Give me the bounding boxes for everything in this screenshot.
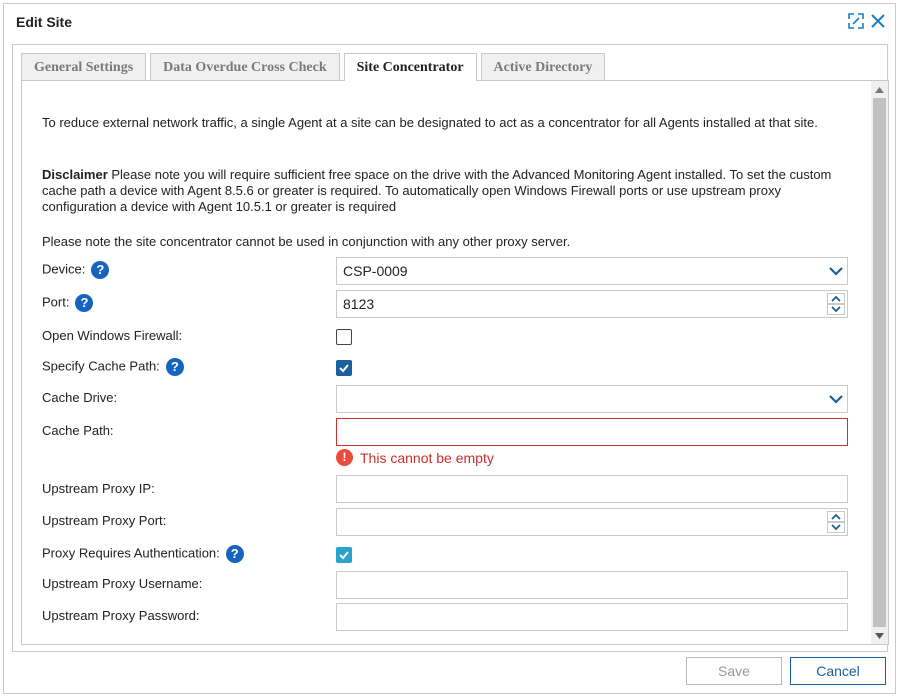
cache-path-toggle-label: Specify Cache Path:?: [42, 358, 184, 376]
port-stepper[interactable]: [827, 293, 845, 315]
proxy-ip-input[interactable]: [336, 475, 848, 503]
close-icon[interactable]: [869, 12, 887, 30]
edit-site-dialog: Edit Site General Settings Data Overdue …: [3, 3, 896, 694]
cache-path-error: ! This cannot be empty: [336, 449, 494, 466]
firewall-label: Open Windows Firewall:: [42, 328, 183, 343]
firewall-checkbox[interactable]: [336, 329, 352, 345]
spin-down-icon[interactable]: [827, 304, 845, 315]
chevron-down-icon[interactable]: [827, 390, 845, 408]
help-icon[interactable]: ?: [225, 545, 244, 563]
device-label: Device:?: [42, 261, 110, 279]
intro-text: To reduce external network traffic, a si…: [42, 115, 818, 130]
tab-content: To reduce external network traffic, a si…: [21, 80, 889, 645]
cache-path-input[interactable]: [336, 418, 848, 446]
help-icon[interactable]: ?: [75, 294, 94, 312]
vertical-scrollbar[interactable]: [871, 81, 888, 644]
proxy-ip-label: Upstream Proxy IP:: [42, 481, 155, 496]
proxy-port-input[interactable]: [336, 508, 848, 536]
port-label-text: Port:: [42, 294, 70, 310]
scrollbar-thumb[interactable]: [873, 98, 886, 627]
device-label-text: Device:: [42, 261, 86, 277]
save-button[interactable]: Save: [686, 657, 782, 685]
expand-icon[interactable]: [847, 12, 865, 30]
proxy-port-label: Upstream Proxy Port:: [42, 513, 167, 528]
scroll-up-icon[interactable]: [871, 81, 888, 98]
port-value: 8123: [343, 296, 375, 312]
spin-up-icon[interactable]: [827, 293, 845, 304]
proxy-password-input[interactable]: [336, 603, 848, 631]
cache-drive-select[interactable]: [336, 385, 848, 413]
form-area: To reduce external network traffic, a si…: [22, 81, 871, 644]
dialog-panel: General Settings Data Overdue Cross Chec…: [12, 44, 889, 652]
dialog-title: Edit Site: [16, 14, 73, 30]
tab-active-directory[interactable]: Active Directory: [480, 53, 606, 80]
scroll-down-icon[interactable]: [871, 627, 888, 644]
proxy-username-input[interactable]: [336, 571, 848, 599]
proxy-username-label: Upstream Proxy Username:: [42, 576, 203, 591]
port-input[interactable]: 8123: [336, 290, 848, 318]
check-icon: [339, 551, 349, 560]
tab-bar: General Settings Data Overdue Cross Chec…: [21, 53, 609, 81]
disclaimer-body: Please note you will require sufficient …: [42, 167, 832, 214]
port-label: Port:?: [42, 294, 94, 312]
cancel-button[interactable]: Cancel: [790, 657, 886, 685]
tab-site-concentrator[interactable]: Site Concentrator: [343, 53, 477, 81]
disclaimer-text: Disclaimer Please note you will require …: [42, 167, 842, 215]
dialog-titlebar: Edit Site: [4, 4, 895, 40]
error-icon: !: [336, 449, 353, 466]
device-value: CSP-0009: [343, 263, 408, 279]
help-icon[interactable]: ?: [165, 358, 184, 376]
device-select[interactable]: CSP-0009: [336, 257, 848, 285]
chevron-down-icon[interactable]: [827, 262, 845, 280]
tab-general-settings[interactable]: General Settings: [21, 53, 147, 80]
cache-drive-label: Cache Drive:: [42, 390, 118, 405]
proxy-auth-label: Proxy Requires Authentication:?: [42, 545, 244, 563]
proxy-port-stepper[interactable]: [827, 511, 845, 533]
spin-down-icon[interactable]: [827, 522, 845, 533]
proxy-auth-checkbox[interactable]: [336, 547, 352, 563]
cache-path-label: Cache Path:: [42, 423, 114, 438]
proxy-password-label: Upstream Proxy Password:: [42, 608, 200, 623]
spin-up-icon[interactable]: [827, 511, 845, 522]
help-icon[interactable]: ?: [91, 261, 110, 279]
check-icon: [339, 364, 349, 373]
proxy-auth-label-text: Proxy Requires Authentication:: [42, 545, 220, 561]
cache-path-error-text: This cannot be empty: [360, 449, 494, 466]
cache-path-toggle-text: Specify Cache Path:: [42, 358, 160, 374]
cache-path-checkbox[interactable]: [336, 360, 352, 376]
proxy-note: Please note the site concentrator cannot…: [42, 234, 571, 249]
tab-data-overdue-cross-check[interactable]: Data Overdue Cross Check: [150, 53, 340, 80]
disclaimer-label: Disclaimer: [42, 167, 108, 182]
